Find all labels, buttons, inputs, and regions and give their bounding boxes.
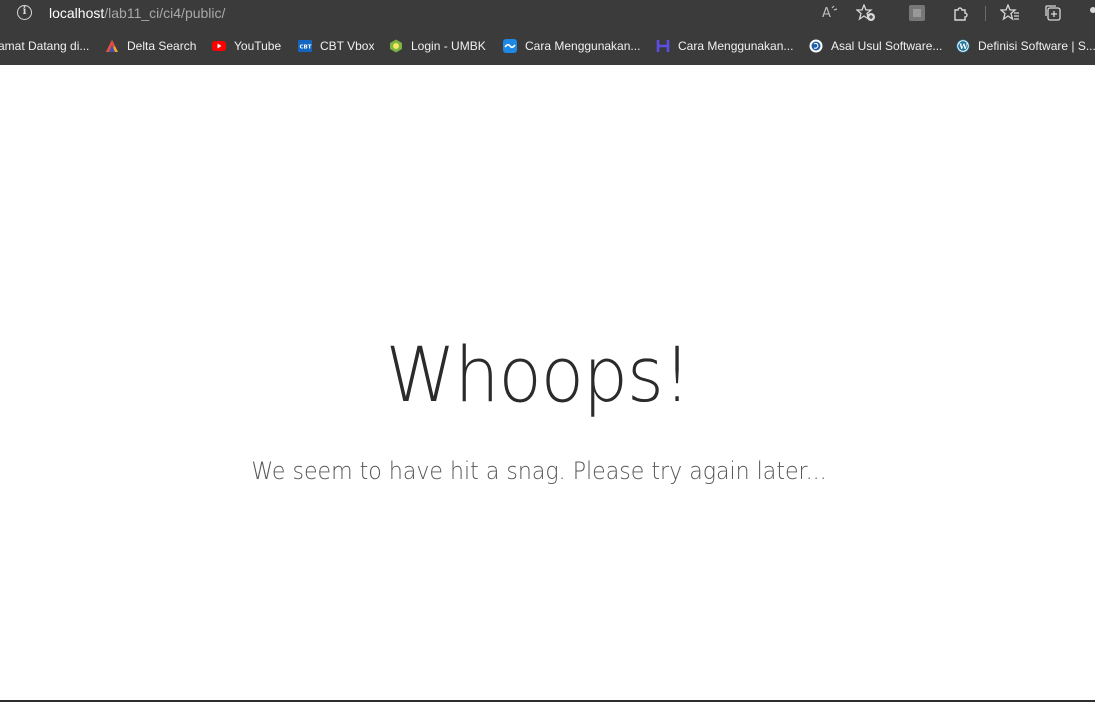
error-message: We seem to have hit a snag. Please try a… xyxy=(251,457,827,485)
bookmark-item[interactable]: Cara Menggunakan... xyxy=(503,37,640,55)
add-favorite-icon[interactable] xyxy=(855,3,877,23)
svg-text:W: W xyxy=(958,42,968,51)
svg-text:CBT: CBT xyxy=(300,45,312,51)
url-host: localhost xyxy=(49,5,105,21)
extensions-icon[interactable] xyxy=(950,3,972,23)
url-text[interactable]: localhost/lab11_ci/ci4/public/ xyxy=(49,5,225,21)
bookmark-item[interactable]: Asal Usul Software... xyxy=(809,37,942,55)
address-bar[interactable]: i localhost/lab11_ci/ci4/public/ A xyxy=(0,0,1095,28)
page-content: Whoops! We seem to have hit a snag. Plea… xyxy=(0,65,1095,701)
bookmarks-bar: amat Datang di... Delta Search YouTube C… xyxy=(0,28,1095,65)
bookmark-label: Login - UMBK xyxy=(411,39,486,53)
delta-icon xyxy=(105,39,119,53)
url-path: /lab11_ci/ci4/public/ xyxy=(104,5,226,21)
site-icon xyxy=(809,39,823,53)
read-aloud-icon[interactable]: A xyxy=(819,3,841,23)
bookmark-item[interactable]: YouTube xyxy=(212,37,281,55)
toolbar-separator xyxy=(985,6,986,21)
cbt-icon: CBT xyxy=(298,39,312,53)
bookmark-item[interactable]: Cara Menggunakan... xyxy=(656,37,793,55)
bookmark-item[interactable]: amat Datang di... xyxy=(0,37,89,55)
favorites-icon[interactable] xyxy=(999,3,1021,23)
profile-icon[interactable] xyxy=(909,5,925,21)
browser-chrome: i localhost/lab11_ci/ci4/public/ A amat … xyxy=(0,0,1095,65)
bookmark-label: Delta Search xyxy=(127,39,197,53)
bookmark-label: Definisi Software | S... xyxy=(978,39,1095,53)
bookmark-item[interactable]: Delta Search xyxy=(105,37,196,55)
umbk-icon xyxy=(389,39,403,53)
zoom-icon xyxy=(503,39,517,53)
bookmark-item[interactable]: W Definisi Software | S... xyxy=(956,37,1095,55)
site-info-icon[interactable]: i xyxy=(17,5,32,20)
error-headline: Whoops! xyxy=(385,330,692,419)
collections-icon[interactable] xyxy=(1043,3,1065,23)
overflow-icon[interactable] xyxy=(1085,3,1095,23)
h-icon xyxy=(656,39,670,53)
bookmark-item[interactable]: Login - UMBK xyxy=(389,37,486,55)
bookmark-label: YouTube xyxy=(234,39,282,53)
bookmark-label: Cara Menggunakan... xyxy=(678,39,794,53)
bookmark-label: Asal Usul Software... xyxy=(831,39,943,53)
bookmark-item[interactable]: CBT CBT Vbox xyxy=(298,37,374,55)
bookmark-label: CBT Vbox xyxy=(320,39,375,53)
bookmark-label: Cara Menggunakan... xyxy=(525,39,641,53)
wordpress-icon: W xyxy=(956,39,970,53)
bookmark-label: amat Datang di... xyxy=(0,39,90,53)
youtube-icon xyxy=(212,39,226,53)
svg-text:A: A xyxy=(822,6,831,20)
